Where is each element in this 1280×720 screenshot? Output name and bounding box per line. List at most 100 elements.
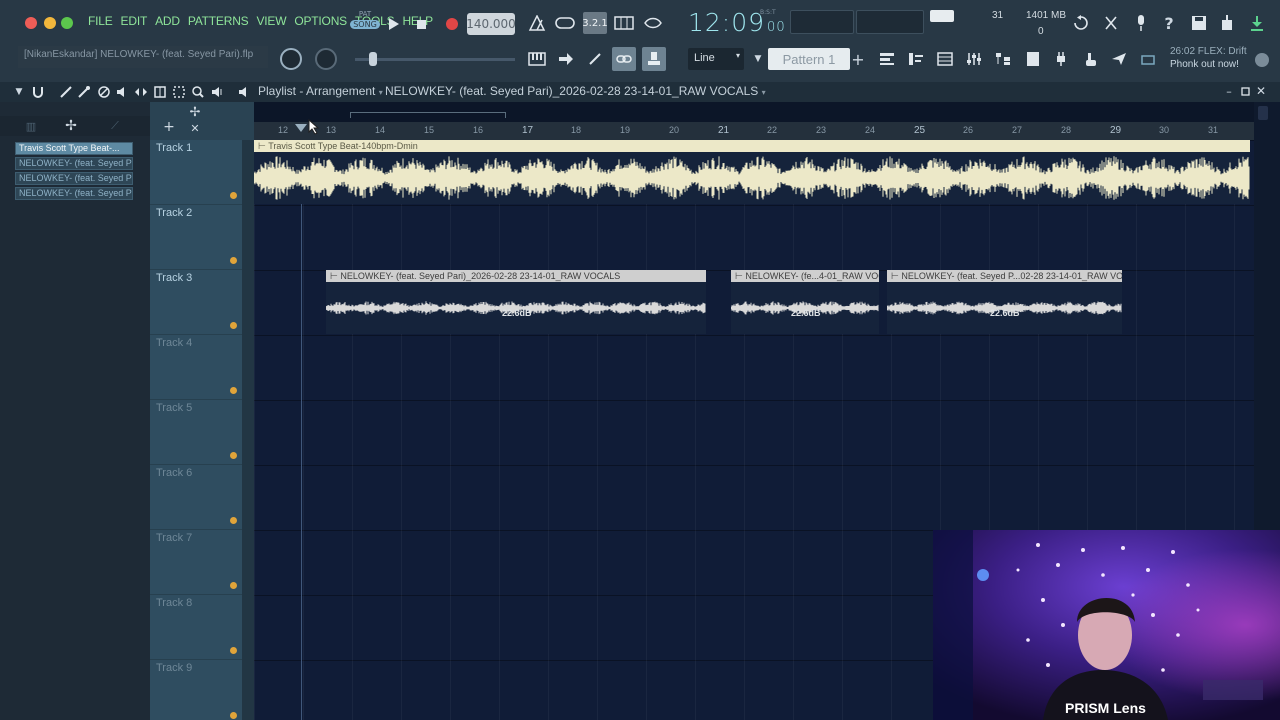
- track-header-7[interactable]: Track 7: [150, 530, 254, 595]
- track-header-1[interactable]: Track 1: [150, 140, 254, 205]
- track-header-8[interactable]: Track 8: [150, 595, 254, 660]
- picker-clip-vocal-1[interactable]: NELOWKEY- (feat. Seyed Pari...: [15, 157, 133, 170]
- track-header-2[interactable]: Track 2: [150, 205, 254, 270]
- track-tool-button[interactable]: ✢: [186, 104, 204, 120]
- track-mute-strip[interactable]: [242, 400, 254, 465]
- project-button[interactable]: [1022, 48, 1044, 70]
- picker-clip-beat[interactable]: Travis Scott Type Beat-...: [15, 142, 133, 155]
- track-header-3[interactable]: Track 3: [150, 270, 254, 335]
- time-selection-marker[interactable]: [350, 112, 506, 118]
- track-mute-indicator[interactable]: [230, 257, 237, 264]
- scrollbar-thumb[interactable]: [1258, 106, 1268, 120]
- save-button[interactable]: [1188, 12, 1210, 34]
- track-mute-indicator[interactable]: [230, 387, 237, 394]
- picker-clip-vocal-3[interactable]: NELOWKEY- (feat. Seyed Pari...: [15, 187, 133, 200]
- zoom-tool-button[interactable]: [190, 84, 206, 100]
- channel-rack-button[interactable]: [934, 48, 956, 70]
- piano-roll-button[interactable]: [526, 48, 548, 70]
- track-header-9[interactable]: Track 9: [150, 660, 254, 720]
- globe-button[interactable]: [1252, 50, 1272, 70]
- master-volume-knob[interactable]: [280, 48, 302, 70]
- tempo-display[interactable]: 140.000: [466, 13, 516, 35]
- playhead-marker[interactable]: [295, 124, 307, 132]
- menu-view[interactable]: VIEW: [252, 14, 290, 28]
- menu-file[interactable]: FILE: [84, 14, 117, 28]
- stamp-button[interactable]: [642, 47, 666, 71]
- track-mute-strip[interactable]: [242, 140, 254, 205]
- clip-vocal-2-header[interactable]: ⊢ NELOWKEY- (fe...4-01_RAW VOCALS: [731, 270, 879, 282]
- track-header-6[interactable]: Track 6: [150, 465, 254, 530]
- send-button[interactable]: [1108, 48, 1130, 70]
- step-edit-button[interactable]: [613, 12, 635, 34]
- touch-button[interactable]: [1080, 48, 1102, 70]
- slip-tool-button[interactable]: [133, 84, 149, 100]
- clip-beat-header[interactable]: ⊢ Travis Scott Type Beat-140bpm-Dmin: [254, 140, 1250, 152]
- track-mute-strip[interactable]: [242, 270, 254, 335]
- master-pitch-knob[interactable]: [315, 48, 337, 70]
- picker-automation-button[interactable]: ⟋: [106, 118, 124, 134]
- slice-tool-button[interactable]: [152, 84, 168, 100]
- countdown-button[interactable]: 3.2.1: [582, 12, 608, 34]
- news-hint[interactable]: 26:02 FLEX: Drift Phonk out now!: [1170, 45, 1247, 71]
- playlist-maximize-button[interactable]: [1238, 84, 1252, 98]
- track-mute-indicator[interactable]: [230, 582, 237, 589]
- blend-recording-button[interactable]: [642, 12, 664, 34]
- track-mute-strip[interactable]: [242, 205, 254, 270]
- timeline-ruler[interactable]: 12 13 14 15 16 17 18 19 20 21 22 23 24 2…: [254, 112, 1280, 140]
- minimize-window-button[interactable]: [44, 17, 56, 29]
- menu-add[interactable]: ADD: [151, 14, 184, 28]
- mixer-button[interactable]: [963, 48, 985, 70]
- remove-track-button[interactable]: ✕: [188, 121, 202, 135]
- clip-beat-waveform[interactable]: [254, 152, 1250, 204]
- clip-vocal-1-header[interactable]: ⊢ NELOWKEY- (feat. Seyed Pari)_2026-02-2…: [326, 270, 706, 282]
- track-mute-strip[interactable]: [242, 530, 254, 595]
- track-header-5[interactable]: Track 5: [150, 400, 254, 465]
- download-button[interactable]: [1246, 12, 1268, 34]
- menu-patterns[interactable]: PATTERNS: [184, 14, 253, 28]
- playback-tool-button[interactable]: [209, 84, 225, 100]
- play-button[interactable]: [385, 14, 403, 34]
- track-mute-indicator[interactable]: [230, 517, 237, 524]
- track-mute-indicator[interactable]: [230, 647, 237, 654]
- snap-select[interactable]: Line ▾: [688, 48, 744, 70]
- track-mute-indicator[interactable]: [230, 192, 237, 199]
- master-fader[interactable]: [355, 52, 515, 66]
- track-mute-strip[interactable]: [242, 335, 254, 400]
- browser-button[interactable]: [992, 48, 1014, 70]
- clip-vocal-3-header[interactable]: ⊢ NELOWKEY- (feat. Seyed P...02-28 23-14…: [887, 270, 1122, 282]
- track-mute-strip[interactable]: [242, 465, 254, 530]
- plugin-button[interactable]: [1050, 48, 1072, 70]
- pat-song-toggle[interactable]: PAT SONG: [350, 10, 380, 38]
- stop-button[interactable]: [412, 14, 430, 34]
- playlist-minimize-button[interactable]: –: [1222, 84, 1236, 98]
- track-mute-indicator[interactable]: [230, 452, 237, 459]
- cut-tool-button[interactable]: [1100, 12, 1122, 34]
- playlist-close-button[interactable]: ✕: [1254, 84, 1268, 98]
- delete-tool-button[interactable]: [96, 84, 112, 100]
- track-header-4[interactable]: Track 4: [150, 335, 254, 400]
- playlist-back-button[interactable]: [236, 84, 252, 100]
- paint-tool-button[interactable]: [76, 84, 92, 100]
- mute-tool-button[interactable]: [114, 84, 130, 100]
- render-button[interactable]: [1216, 12, 1238, 34]
- microphone-button[interactable]: [1130, 12, 1152, 34]
- playlist-view-button[interactable]: [876, 48, 898, 70]
- picker-audio-button[interactable]: ✢: [62, 118, 80, 134]
- pattern-selector[interactable]: Pattern 1: [768, 48, 850, 70]
- track-mute-strip[interactable]: [242, 660, 254, 720]
- slide-tool-button[interactable]: [584, 48, 606, 70]
- track-mute-indicator[interactable]: [230, 322, 237, 329]
- record-button[interactable]: [441, 13, 463, 35]
- wait-input-button[interactable]: [554, 12, 576, 34]
- store-button[interactable]: [1138, 50, 1158, 70]
- select-tool-button[interactable]: [171, 84, 187, 100]
- help-button[interactable]: ?: [1158, 12, 1180, 34]
- picker-clip-vocal-2[interactable]: NELOWKEY- (feat. Seyed Pari...: [15, 172, 133, 185]
- draw-tool-button[interactable]: [58, 84, 74, 100]
- menu-edit[interactable]: EDIT: [117, 14, 152, 28]
- master-fader-handle[interactable]: [369, 52, 377, 66]
- link-button[interactable]: [612, 47, 636, 71]
- track-mute-strip[interactable]: [242, 595, 254, 660]
- magnet-button[interactable]: [30, 84, 46, 100]
- next-button[interactable]: [555, 48, 577, 70]
